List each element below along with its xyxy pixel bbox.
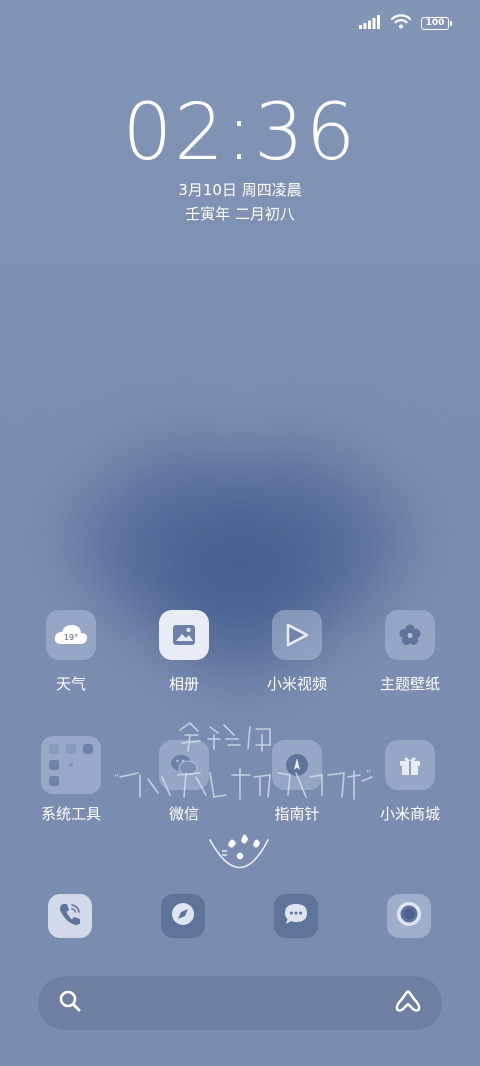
app-mi-video[interactable]: 小米视频 — [242, 610, 352, 694]
date-text: 3月10日 周四凌晨 — [178, 181, 302, 199]
search-bar[interactable] — [38, 976, 442, 1030]
dock-camera[interactable] — [387, 894, 431, 938]
page-dot-current — [236, 852, 244, 860]
app-label-gallery: 相册 — [168, 675, 199, 693]
dock-browser[interactable] — [161, 894, 205, 938]
gift-icon[interactable] — [385, 740, 435, 790]
app-label-weather: 天气 — [55, 675, 86, 693]
battery-level: 100 — [421, 16, 449, 30]
theme-flower-icon[interactable] — [385, 610, 435, 660]
video-play-icon[interactable] — [272, 610, 322, 660]
app-weather[interactable]: 19° 天气 — [16, 610, 126, 694]
signal-bars-icon — [359, 14, 381, 33]
svg-text:”: ” — [366, 769, 371, 780]
page-indicator[interactable] — [217, 849, 263, 863]
app-label-mi-video: 小米视频 — [266, 675, 327, 693]
folder-icon[interactable] — [41, 736, 101, 794]
phone-icon — [57, 901, 83, 931]
wifi-icon — [390, 13, 412, 33]
app-label-themes: 主题壁纸 — [379, 675, 440, 693]
lunar-date-text: 壬寅年 二月初八 — [185, 205, 295, 223]
gallery-icon[interactable] — [159, 610, 209, 660]
battery-icon: 100 — [421, 16, 452, 30]
message-bubble-icon — [283, 902, 309, 930]
weather-cloud-icon[interactable]: 19° — [46, 610, 96, 660]
lock-clock: 02:36 — [122, 88, 358, 178]
browser-compass-icon — [170, 901, 196, 931]
dock-messages[interactable] — [274, 894, 318, 938]
dock-phone[interactable] — [48, 894, 92, 938]
search-icon[interactable] — [58, 989, 82, 1017]
status-bar: 100 — [359, 10, 452, 36]
weather-temp: 19° — [64, 633, 78, 642]
handwritten-signature-art: “ ” — [114, 721, 373, 869]
svg-text:“: “ — [114, 773, 119, 784]
camera-icon — [395, 900, 423, 932]
app-gallery[interactable]: 相册 — [129, 610, 239, 694]
app-themes[interactable]: 主题壁纸 — [355, 610, 465, 694]
xiaoai-icon[interactable] — [394, 989, 422, 1017]
